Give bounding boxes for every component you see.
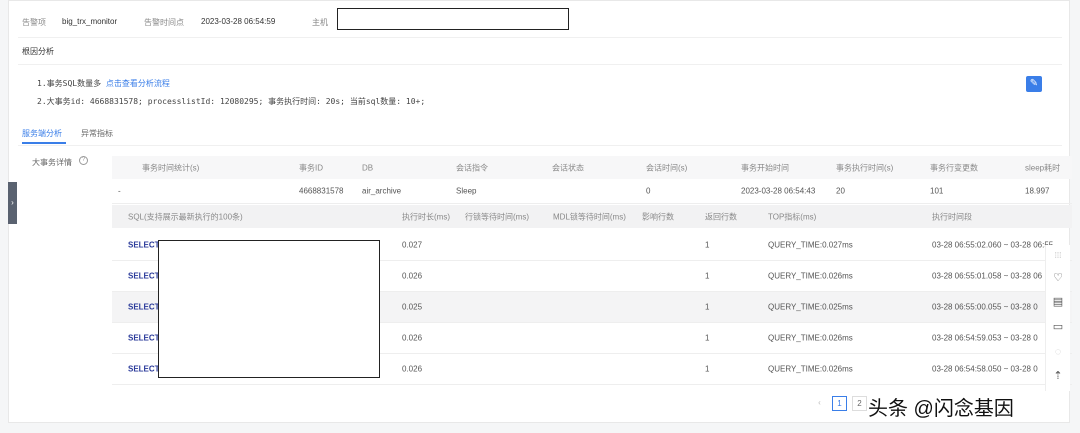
sql-text: SELECT bbox=[128, 271, 160, 281]
cell: QUERY_TIME:0.026ms bbox=[768, 333, 853, 343]
col-header: 会话状态 bbox=[552, 163, 584, 172]
heart-icon[interactable]: ♡ bbox=[1051, 271, 1065, 285]
sql-redacted bbox=[158, 240, 380, 378]
sql-text: SELECT bbox=[128, 333, 160, 343]
cell: air_archive bbox=[362, 186, 402, 196]
cell: 03-28 06:54:59.053 ~ 03-28 0 bbox=[932, 333, 1038, 343]
col-header: 执行时间段 bbox=[932, 212, 972, 221]
host-label: 主机 bbox=[312, 18, 328, 27]
cell: 1 bbox=[705, 364, 710, 374]
sidebar-expand-handle[interactable]: › bbox=[8, 182, 17, 224]
col-header: 事务执行时间(s) bbox=[836, 163, 894, 172]
cell: 101 bbox=[930, 186, 944, 196]
host-redacted bbox=[337, 8, 569, 30]
sql-text: SELECT bbox=[128, 302, 160, 312]
watermark: 头条 @闪念基因 bbox=[868, 398, 1014, 420]
cell: 4668831578 bbox=[299, 186, 344, 196]
col-header: 影响行数 bbox=[642, 212, 674, 221]
cell: Sleep bbox=[456, 186, 477, 196]
sql-text: SELECT bbox=[128, 240, 160, 250]
cell: QUERY_TIME:0.027ms bbox=[768, 240, 853, 250]
line1-text: 1.事务SQL数量多 bbox=[37, 79, 106, 88]
col-header: 事务开始时间 bbox=[741, 163, 789, 172]
cell: QUERY_TIME:0.026ms bbox=[768, 271, 853, 281]
help-icon[interactable]: ? bbox=[79, 156, 88, 165]
tab-server-analysis[interactable]: 服务端分析 bbox=[22, 128, 62, 139]
trx-table-header: 事务时间统计(s) 事务ID DB 会话指令 会话状态 会话时间(s) 事务开始… bbox=[112, 156, 1072, 179]
cell: 20 bbox=[836, 186, 845, 196]
cell: 03-28 06:54:58.050 ~ 03-28 0 bbox=[932, 364, 1038, 374]
col-header: MDL锁等待时间(ms) bbox=[553, 212, 626, 221]
col-header: 事务ID bbox=[299, 163, 323, 172]
view-analysis-link[interactable]: 点击查看分析流程 bbox=[106, 79, 170, 88]
sql-table-header: SQL(支持展示最新执行的100条) 执行时长(ms) 行锁等待时间(ms) M… bbox=[112, 205, 1072, 228]
col-header: 会话指令 bbox=[456, 163, 488, 172]
cell: 2023-03-28 06:54:43 bbox=[741, 186, 816, 196]
col-header: 事务时间统计(s) bbox=[142, 163, 200, 172]
alert-item-value: big_trx_monitor bbox=[62, 17, 118, 26]
tab-abnormal-metrics[interactable]: 异常指标 bbox=[81, 128, 113, 139]
comment-icon[interactable]: ▭ bbox=[1051, 320, 1065, 334]
edit-icon[interactable]: ✎ bbox=[1026, 76, 1042, 92]
root-cause-line-1: 1.事务SQL数量多 点击查看分析流程 bbox=[37, 78, 170, 89]
cell: 0.026 bbox=[402, 271, 423, 281]
cell: 0.025 bbox=[402, 302, 423, 312]
cell: QUERY_TIME:0.026ms bbox=[768, 364, 853, 374]
cell: 1 bbox=[705, 271, 710, 281]
expand-toggle[interactable]: - bbox=[118, 187, 121, 196]
cell: 1 bbox=[705, 240, 710, 250]
cell: 0.026 bbox=[402, 333, 423, 343]
cell: 0.026 bbox=[402, 364, 423, 374]
cell: 03-28 06:55:01.058 ~ 03-28 06 bbox=[932, 271, 1043, 281]
col-header: SQL(支持展示最新执行的100条) bbox=[128, 212, 243, 221]
cell: QUERY_TIME:0.025ms bbox=[768, 302, 853, 312]
alert-time-value: 2023-03-28 06:54:59 bbox=[201, 17, 276, 26]
floating-toolbar: ⁞⁞⁞ ♡ ▤ ▭ ◌ ⇡ bbox=[1045, 245, 1070, 391]
root-cause-line-2: 2.大事务id: 4668831578; processlistId: 1208… bbox=[37, 97, 426, 106]
back-to-top-icon[interactable]: ⇡ bbox=[1051, 369, 1065, 383]
root-cause-title: 根因分析 bbox=[22, 47, 54, 56]
divider bbox=[18, 37, 1062, 38]
active-tab-indicator bbox=[22, 142, 66, 144]
col-header: TOP指标(ms) bbox=[768, 212, 817, 221]
col-header: 事务行变更数 bbox=[930, 163, 978, 172]
page-1-button[interactable]: 1 bbox=[832, 396, 847, 411]
col-header: sleep耗时 bbox=[1025, 163, 1061, 172]
cell: 1 bbox=[705, 333, 710, 343]
cell: 0.027 bbox=[402, 240, 423, 250]
cell: 1 bbox=[705, 302, 710, 312]
cell: 03-28 06:55:02.060 ~ 03-28 06:55 bbox=[932, 240, 1054, 250]
cell: 0 bbox=[646, 186, 651, 196]
headset-icon[interactable]: ◌ bbox=[1051, 345, 1065, 359]
section-label: 大事务详情 bbox=[32, 158, 72, 167]
book-icon[interactable]: ▤ bbox=[1051, 295, 1065, 309]
divider bbox=[18, 64, 1062, 65]
col-header: 返回行数 bbox=[705, 212, 737, 221]
alert-time-label: 告警时间点 bbox=[144, 18, 184, 27]
cell: 18.997 bbox=[1025, 186, 1050, 196]
alert-item-label: 告警项 bbox=[22, 18, 46, 27]
divider bbox=[18, 145, 1062, 146]
cell: 03-28 06:55:00.055 ~ 03-28 0 bbox=[932, 302, 1038, 312]
col-header: 执行时长(ms) bbox=[402, 212, 450, 221]
prev-page-button[interactable]: ‹ bbox=[812, 396, 827, 411]
col-header: DB bbox=[362, 163, 374, 172]
col-header: 会话时间(s) bbox=[646, 163, 688, 172]
trx-table-row[interactable]: - 4668831578 air_archive Sleep 0 2023-03… bbox=[112, 179, 1072, 204]
page-2-button[interactable]: 2 bbox=[852, 396, 867, 411]
col-header: 行锁等待时间(ms) bbox=[465, 212, 529, 221]
grid-dots-icon[interactable]: ⁞⁞⁞ bbox=[1051, 249, 1065, 263]
sql-text: SELECT bbox=[128, 364, 160, 374]
